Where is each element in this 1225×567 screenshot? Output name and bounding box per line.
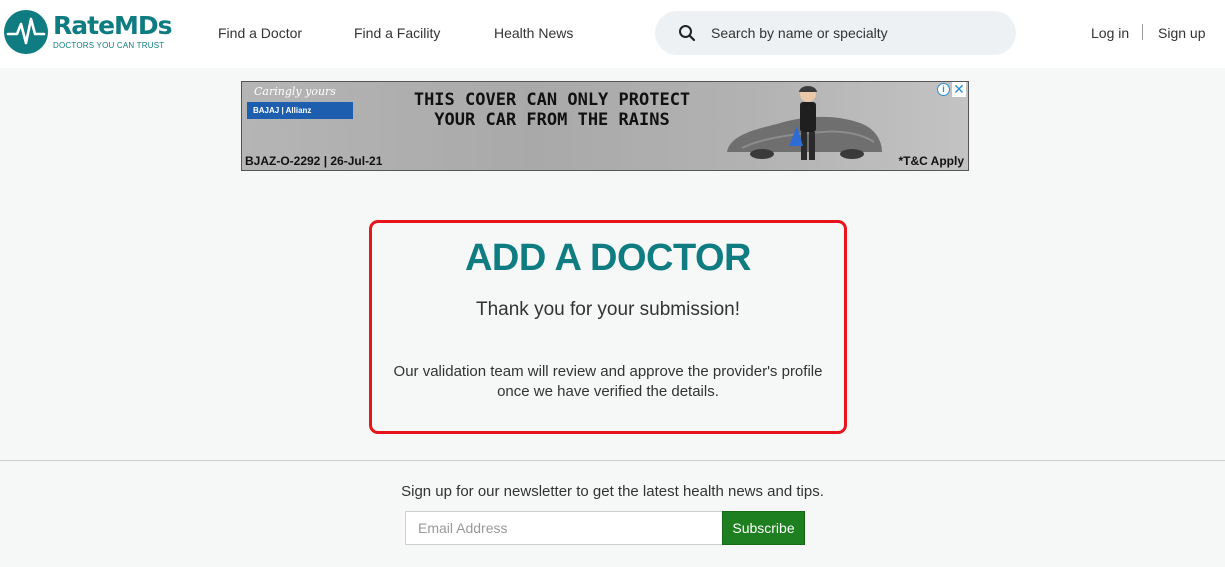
search-bar[interactable]: Search by name or specialty <box>655 11 1016 55</box>
signup-link[interactable]: Sign up <box>1158 24 1205 42</box>
ad-code-text: BJAZ-O-2292 | 26-Jul-21 <box>245 154 383 168</box>
ad-brand-logo: BAJAJ | Allianz <box>247 102 353 119</box>
auth-divider <box>1142 24 1143 40</box>
ad-close-icon[interactable]: ✕ <box>952 82 966 97</box>
nav-find-a-facility[interactable]: Find a Facility <box>354 24 440 42</box>
ad-script-text: Caringly yours <box>254 85 336 98</box>
subscribe-button[interactable]: Subscribe <box>722 511 805 545</box>
ratemds-logo[interactable]: RateMDs DOCTORS YOU CAN TRUST <box>4 10 174 56</box>
footer-divider <box>0 460 1225 461</box>
nav-find-a-doctor[interactable]: Find a Doctor <box>218 24 302 42</box>
submission-confirmation: ADD A DOCTOR Thank you for your submissi… <box>369 220 847 434</box>
thank-you-message: Thank you for your submission! <box>475 299 740 320</box>
advertisement-banner[interactable]: Caringly yours BAJAJ | Allianz THIS COVE… <box>241 81 969 171</box>
ad-headline-line-2: YOUR CAR FROM THE RAINS <box>434 110 670 130</box>
man-with-umbrella-image <box>789 86 817 160</box>
nav-health-news[interactable]: Health News <box>494 24 573 42</box>
ad-headline: THIS COVER CAN ONLY PROTECT YOUR CAR FRO… <box>402 90 702 130</box>
newsletter-text: Sign up for our newsletter to get the la… <box>401 483 824 500</box>
validation-message: Our validation team will review and appr… <box>393 363 823 400</box>
heartbeat-logo-icon <box>4 10 48 54</box>
search-input[interactable]: Search by name or specialty <box>711 25 888 41</box>
ad-terms-text: *T&C Apply <box>898 154 964 168</box>
logo-wordmark: RateMDs <box>53 11 173 40</box>
login-link[interactable]: Log in <box>1091 24 1129 42</box>
search-icon[interactable] <box>678 24 696 42</box>
site-header: RateMDs DOCTORS YOU CAN TRUST Find a Doc… <box>0 0 1225 68</box>
ad-info-icon[interactable]: i <box>937 83 950 96</box>
logo-tagline: DOCTORS YOU CAN TRUST <box>53 41 165 50</box>
email-field[interactable] <box>405 511 723 545</box>
ad-headline-line-1: THIS COVER CAN ONLY PROTECT <box>413 90 691 110</box>
page-title: ADD A DOCTOR <box>464 237 752 279</box>
